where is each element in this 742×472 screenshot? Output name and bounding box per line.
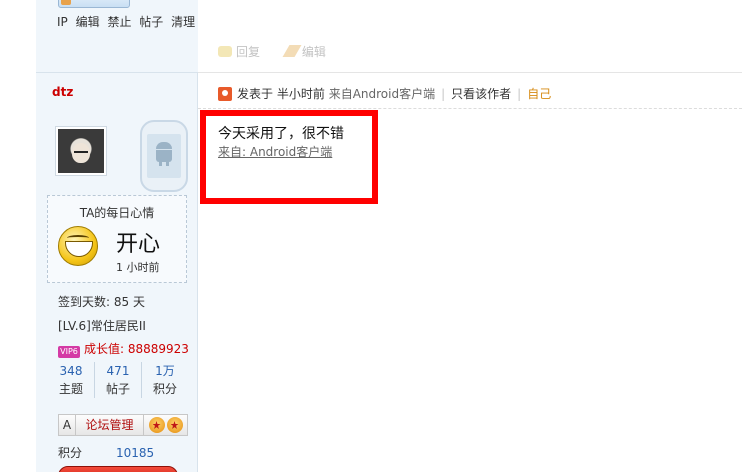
avatar-image [58, 129, 104, 173]
mood-time: 1 小时前 [116, 261, 160, 274]
stat-threads: 348 主题 [48, 362, 95, 398]
happy-face-icon [58, 226, 98, 266]
user-level: [LV.6]常住居民II [58, 319, 146, 333]
admin-link-clean[interactable]: 清理 [171, 15, 195, 29]
posted-label: 发表于 [237, 87, 274, 101]
daily-mood-box: TA的每日心情 开心 1 小时前 [47, 195, 187, 283]
reply-button[interactable]: 回复 [218, 45, 260, 59]
vip-badge: VIP6 [58, 346, 80, 358]
mood-text: 开心 [116, 232, 161, 257]
phone-screen [147, 134, 181, 178]
self-link[interactable]: 自己 [527, 87, 551, 101]
edit-icon [282, 45, 302, 57]
admin-links: IP 编辑 禁止 帖子 清理 [57, 13, 199, 30]
post-meta: 发表于 半小时前 来自Android客户端 | 只看该作者 | 自己 [218, 85, 551, 102]
crown-icon [166, 417, 183, 433]
score-label: 积分 [58, 446, 83, 460]
admin-link-ip[interactable]: IP [57, 15, 68, 29]
post-divider [198, 72, 742, 73]
mobile-client-icon [140, 120, 188, 192]
divider [36, 72, 198, 73]
edit-button[interactable]: 编辑 [282, 45, 326, 59]
crown-icon [148, 417, 165, 433]
stat-credits-label: 积分 [152, 382, 177, 396]
stat-posts-label: 帖子 [105, 382, 130, 396]
stat-posts: 471 帖子 [95, 362, 142, 398]
reply-icon [218, 46, 232, 57]
username[interactable]: dtz [52, 85, 73, 99]
post-source: 来自Android客户端 [328, 87, 436, 101]
medal-forum-admin: 论坛管理 [76, 414, 144, 436]
android-icon [156, 142, 172, 166]
medal-icon [61, 0, 71, 5]
avatar[interactable] [55, 126, 107, 176]
growth-row: VIP6 成长值: 88889923 [58, 340, 189, 358]
stat-threads-label: 主题 [58, 382, 83, 396]
score-value: 10185 [116, 446, 155, 460]
growth-value: 成长值: 88889923 [84, 342, 189, 356]
user-stats: 348 主题 471 帖子 1万 积分 [48, 362, 188, 398]
user-post-icon [218, 87, 232, 101]
mood-title: TA的每日心情 [79, 206, 155, 220]
red-action-button[interactable] [58, 466, 178, 472]
medal-row: A 论坛管理 [58, 414, 188, 436]
meta-divider [198, 108, 742, 109]
medal-a: A [58, 414, 76, 436]
score-row: 积分 10185 [58, 444, 154, 461]
crown-medals [144, 414, 188, 436]
stat-posts-count[interactable]: 471 [95, 362, 141, 380]
highlight-box [200, 110, 378, 204]
previous-medal [58, 0, 130, 8]
admin-link-posts[interactable]: 帖子 [139, 15, 163, 29]
admin-link-ban[interactable]: 禁止 [107, 15, 131, 29]
stat-threads-count[interactable]: 348 [48, 362, 94, 380]
admin-link-edit[interactable]: 编辑 [76, 15, 100, 29]
stat-credits: 1万 积分 [142, 362, 188, 398]
previous-user-strip [36, 0, 198, 72]
only-author-link[interactable]: 只看该作者 [451, 87, 511, 101]
previous-post-actions: 回复 编辑 [218, 43, 348, 60]
post-time: 半小时前 [276, 87, 325, 101]
sign-in-days: 签到天数: 85 天 [58, 295, 145, 309]
stat-credits-count[interactable]: 1万 [142, 362, 188, 380]
